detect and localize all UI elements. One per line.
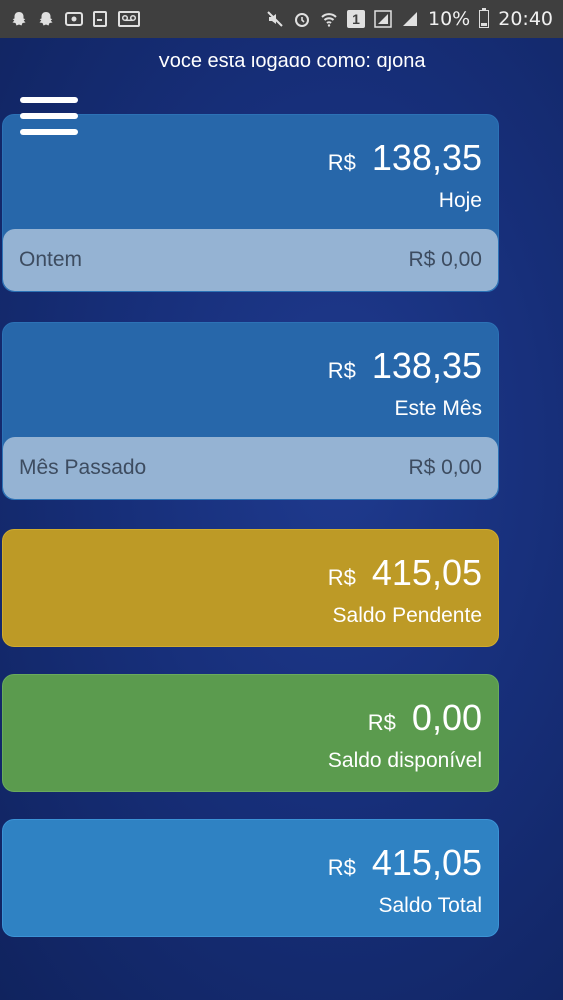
battery-icon <box>479 8 490 28</box>
yesterday-row: Ontem R$ 0,00 <box>3 229 498 291</box>
signal-icon <box>401 10 419 28</box>
card-today: R$ 138,35 Hoje Ontem R$ 0,00 <box>2 114 499 292</box>
month-value: 138,35 <box>371 345 482 386</box>
card-total-balance: R$ 415,05 Saldo Total <box>2 819 499 937</box>
total-label: Saldo Total <box>378 894 482 917</box>
available-amount: R$ 0,00 <box>368 697 482 739</box>
logged-in-label: Você está logado como: djona <box>157 56 426 72</box>
today-value: 138,35 <box>371 137 482 178</box>
last-month-label: Mês Passado <box>19 456 147 479</box>
status-bar: 1 10% 20:40 <box>0 0 563 38</box>
currency-symbol: R$ <box>327 855 356 880</box>
card-this-month: R$ 138,35 Este Mês Mês Passado R$ 0,00 <box>2 322 499 500</box>
last-month-value: R$ 0,00 <box>408 456 482 479</box>
sim-icon: 1 <box>347 10 365 28</box>
wifi-icon <box>320 10 338 28</box>
today-amount: R$ 138,35 <box>328 137 482 179</box>
month-label: Este Mês <box>394 397 482 420</box>
clipboard-icon <box>91 10 109 28</box>
voicemail-icon <box>118 10 140 28</box>
card-available-balance: R$ 0,00 Saldo disponível <box>2 674 499 792</box>
logged-in-text: Você está logado como: djona <box>0 56 563 80</box>
snapchat-icon <box>37 10 55 28</box>
pending-label: Saldo Pendente <box>332 604 482 627</box>
hamburger-menu-icon[interactable] <box>20 97 78 139</box>
snapchat-icon <box>10 10 28 28</box>
currency-symbol: R$ <box>327 358 356 383</box>
available-value: 0,00 <box>411 697 482 738</box>
system-status: 1 10% 20:40 <box>266 8 553 30</box>
mute-icon <box>266 10 284 28</box>
yesterday-label: Ontem <box>19 248 83 271</box>
today-label: Hoje <box>438 189 482 212</box>
signal-icon <box>374 10 392 28</box>
cast-icon <box>64 10 83 28</box>
clock: 20:40 <box>498 8 553 30</box>
last-month-row: Mês Passado R$ 0,00 <box>3 437 498 499</box>
total-value: 415,05 <box>371 842 482 883</box>
card-pending-balance: R$ 415,05 Saldo Pendente <box>2 529 499 647</box>
total-amount: R$ 415,05 <box>328 842 482 884</box>
pending-value: 415,05 <box>371 552 482 593</box>
battery-percent: 10% <box>428 8 471 30</box>
currency-symbol: R$ <box>367 710 396 735</box>
currency-symbol: R$ <box>327 150 356 175</box>
currency-symbol: R$ <box>327 565 356 590</box>
pending-amount: R$ 415,05 <box>328 552 482 594</box>
yesterday-value: R$ 0,00 <box>408 248 482 271</box>
notification-icons <box>10 10 140 28</box>
month-amount: R$ 138,35 <box>328 345 482 387</box>
available-label: Saldo disponível <box>327 749 482 772</box>
alarm-icon <box>293 10 311 28</box>
